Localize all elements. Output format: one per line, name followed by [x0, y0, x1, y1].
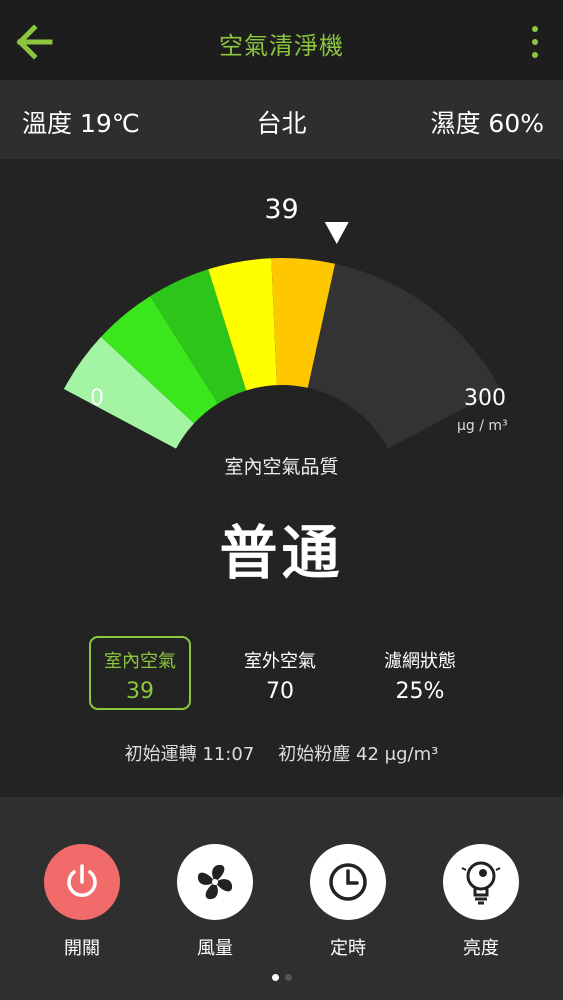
gauge-pointer	[324, 221, 349, 244]
power-button[interactable]: 開關	[42, 844, 122, 960]
weather-info-bar: 溫度 19℃ 台北 濕度 60%	[0, 80, 563, 159]
gauge-unit-label: μg / m³	[457, 418, 508, 434]
quality-label: 室內空氣品質	[224, 456, 339, 478]
lightbulb-icon	[461, 861, 501, 905]
fan-speed-button-circle[interactable]	[177, 844, 253, 920]
humidity-text: 濕度 60%	[430, 109, 544, 138]
stat-label: 室內空氣	[104, 651, 176, 672]
brightness-label: 亮度	[463, 938, 499, 959]
power-icon	[67, 864, 97, 897]
runtime-info: 初始運轉 11:07 初始粉塵 42 μg/m³	[0, 740, 563, 766]
stat-filter-status[interactable]: 濾網狀態 25%	[369, 636, 471, 710]
air-quality-gauge	[63, 221, 501, 449]
stat-value: 39	[126, 679, 154, 704]
quality-status: 普通	[219, 519, 344, 587]
brightness-button-circle[interactable]	[443, 844, 519, 920]
fan-speed-label: 風量	[197, 938, 233, 959]
page-title: 空氣清淨機	[219, 32, 344, 60]
fan-icon	[197, 864, 233, 900]
more-options-button[interactable]	[517, 20, 553, 64]
stat-indoor-air[interactable]: 室內空氣 39	[89, 636, 191, 710]
app-screen: 空氣清淨機 溫度 19℃ 台北 濕度 60% 39 0 300 μg / m³ …	[0, 0, 563, 1000]
timer-button-circle[interactable]	[310, 844, 386, 920]
more-vertical-icon-dot	[532, 39, 538, 45]
stat-outdoor-air[interactable]: 室外空氣 70	[229, 636, 331, 710]
more-vertical-icon-dot	[532, 52, 538, 58]
stat-label: 濾網狀態	[384, 651, 456, 672]
power-button-circle[interactable]	[44, 844, 120, 920]
timer-button[interactable]: 定時	[308, 844, 388, 960]
stat-label: 室外空氣	[244, 651, 316, 672]
clock-icon	[329, 863, 367, 901]
start-time-text: 初始運轉 11:07	[124, 744, 255, 765]
stat-value: 25%	[395, 679, 445, 704]
page-indicator	[0, 966, 563, 985]
power-label: 開關	[64, 938, 100, 959]
top-app-bar: 空氣清淨機	[0, 0, 563, 80]
stat-value: 70	[266, 679, 294, 704]
timer-label: 定時	[330, 938, 366, 959]
page-dot[interactable]	[271, 974, 279, 981]
start-dust-text: 初始粉塵 42 μg/m³	[278, 744, 439, 765]
page-dot[interactable]	[284, 974, 292, 981]
fan-speed-button[interactable]: 風量	[175, 844, 255, 960]
gauge-min-label: 0	[90, 386, 104, 411]
gauge-max-label: 300	[464, 386, 506, 411]
more-vertical-icon	[532, 26, 538, 32]
brightness-button[interactable]: 亮度	[441, 844, 521, 960]
